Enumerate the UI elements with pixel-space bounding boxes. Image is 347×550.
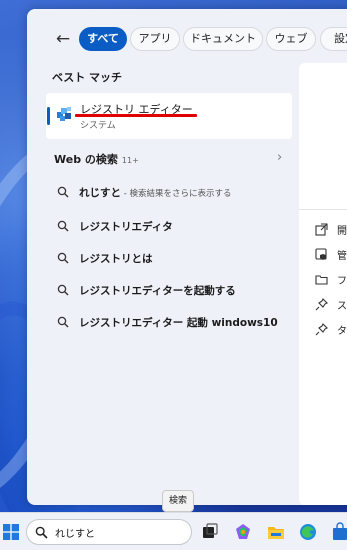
search-icon bbox=[35, 526, 48, 539]
suggestion-text: レジストリエディターを起動する bbox=[79, 283, 236, 298]
search-icon bbox=[57, 220, 69, 232]
file-explorer-icon[interactable] bbox=[266, 522, 286, 542]
open-icon bbox=[315, 223, 328, 236]
taskbar-search-box[interactable] bbox=[26, 519, 192, 545]
web-search-heading: Web の検索 11+ bbox=[54, 151, 139, 167]
windows-start-icon[interactable] bbox=[3, 524, 19, 540]
filter-documents-tab[interactable]: ドキュメント bbox=[183, 27, 263, 51]
web-suggestion-item[interactable]: レジストリエディター 起動 windows10 bbox=[46, 307, 292, 337]
filter-apps-tab[interactable]: アプリ bbox=[130, 27, 180, 51]
best-match-heading: ベスト マッチ bbox=[52, 71, 123, 84]
suggestion-text: レジストリとは bbox=[79, 251, 153, 266]
preview-action-pin-start[interactable]: ス bbox=[315, 296, 347, 314]
divider bbox=[299, 209, 347, 210]
preview-action-run-as-admin[interactable]: 管 bbox=[315, 246, 347, 264]
suggestion-query: レジストリとは bbox=[79, 253, 153, 265]
best-match-app-type: システム bbox=[80, 121, 116, 131]
search-icon bbox=[57, 316, 69, 328]
preview-action-open[interactable]: 開 bbox=[315, 221, 347, 239]
back-arrow-icon[interactable]: ← bbox=[53, 29, 73, 49]
filter-all-tab[interactable]: すべて bbox=[79, 27, 127, 51]
suggestion-text: れじすと - 検索結果をさらに表示する bbox=[79, 185, 231, 200]
preview-action-label: ス bbox=[337, 301, 347, 312]
web-suggestion-item[interactable]: レジストリエディタ bbox=[46, 211, 292, 241]
suggestion-text: レジストリエディタ bbox=[79, 219, 173, 234]
task-view-icon[interactable] bbox=[200, 522, 220, 542]
filter-bar: ← すべて アプリ ドキュメント ウェブ 設定 bbox=[27, 9, 347, 61]
web-search-title: Web の検索 bbox=[54, 153, 118, 166]
pin-icon bbox=[315, 298, 328, 311]
preview-action-label: フ bbox=[337, 276, 347, 287]
filter-settings-tab[interactable]: 設定 bbox=[320, 27, 347, 51]
taskbar-search-input[interactable] bbox=[55, 524, 185, 540]
suggestion-text: レジストリエディター 起動 windows10 bbox=[79, 315, 278, 330]
suggestion-query: レジストリエディターを起動する bbox=[79, 285, 236, 297]
web-suggestion-item[interactable]: レジストリとは bbox=[46, 243, 292, 273]
suggestion-query: れじすと bbox=[79, 187, 121, 199]
web-suggestion-item[interactable]: レジストリエディターを起動する bbox=[46, 275, 292, 305]
registry-editor-icon bbox=[57, 107, 71, 121]
search-icon bbox=[57, 252, 69, 264]
web-suggestion-item[interactable]: れじすと - 検索結果をさらに表示する bbox=[46, 177, 292, 207]
preview-action-open-location[interactable]: フ bbox=[315, 271, 347, 289]
web-result-count: 11+ bbox=[121, 156, 139, 165]
search-panel: ← すべて アプリ ドキュメント ウェブ 設定 ベスト マッチ レジストリ エデ… bbox=[27, 9, 347, 505]
preview-action-label: 開 bbox=[337, 226, 347, 237]
search-icon bbox=[57, 186, 69, 198]
selection-indicator bbox=[47, 107, 50, 125]
pin-icon bbox=[315, 323, 328, 336]
suggestion-subtext: - 検索結果をさらに表示する bbox=[121, 189, 232, 199]
preview-action-label: 管 bbox=[337, 251, 347, 262]
taskbar bbox=[0, 512, 347, 550]
filter-web-tab[interactable]: ウェブ bbox=[266, 27, 316, 51]
store-icon[interactable] bbox=[330, 522, 347, 542]
preview-action-pin-taskbar[interactable]: タ bbox=[315, 321, 347, 339]
result-preview-pane: 開 管 フ ス タ bbox=[299, 63, 347, 505]
red-underline-annotation bbox=[75, 114, 197, 117]
edge-browser-icon[interactable] bbox=[298, 522, 318, 542]
folder-icon bbox=[315, 275, 328, 285]
chevron-right-icon[interactable]: › bbox=[277, 150, 282, 165]
search-icon bbox=[57, 284, 69, 296]
search-tooltip: 検索 bbox=[162, 490, 194, 512]
suggestion-query: レジストリエディター 起動 windows10 bbox=[79, 317, 278, 329]
preview-action-label: タ bbox=[337, 326, 347, 337]
copilot-icon[interactable] bbox=[233, 522, 253, 542]
admin-shield-icon bbox=[315, 248, 327, 260]
suggestion-query: レジストリエディタ bbox=[79, 221, 173, 233]
